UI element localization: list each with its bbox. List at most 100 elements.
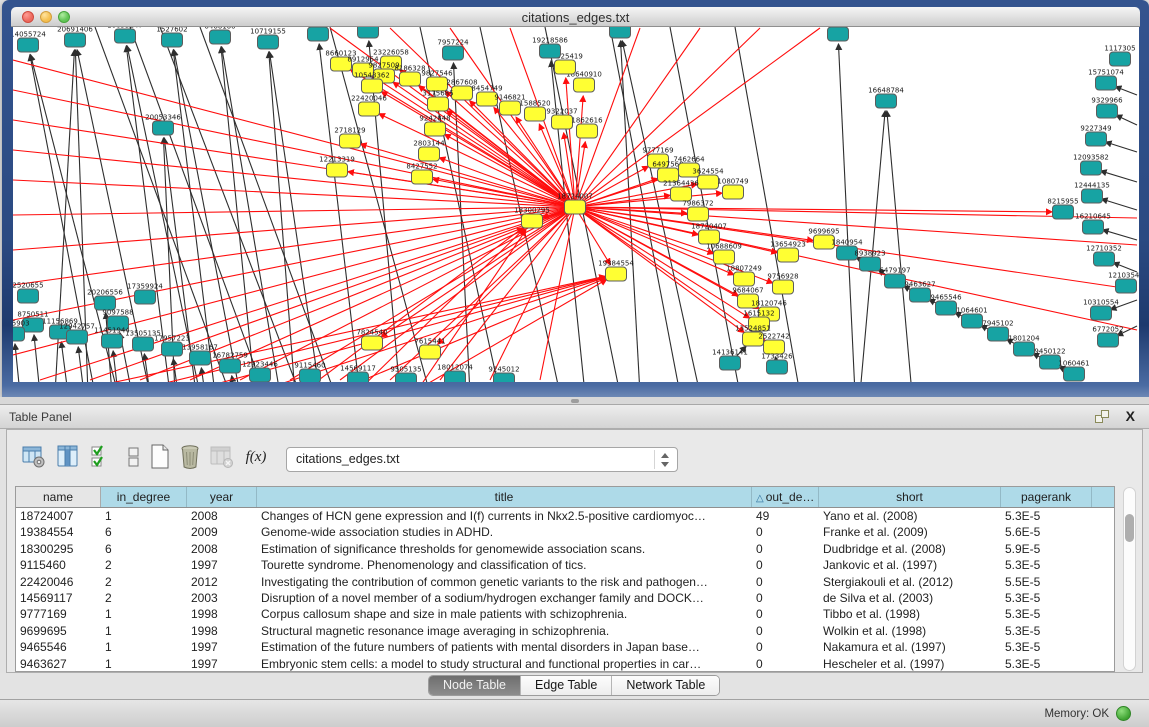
delete-attribute-icon[interactable] (177, 444, 203, 470)
table-cell-in_degree[interactable]: 2 (101, 574, 187, 590)
citation-edge[interactable] (1106, 142, 1137, 152)
table-cell-in_degree[interactable]: 6 (101, 541, 187, 557)
citation-edge-selected[interactable] (440, 207, 575, 380)
table-cell-short[interactable]: de Silva et al. (2003) (819, 590, 1001, 606)
citation-edge-selected[interactable] (13, 90, 575, 207)
tab-edge-table[interactable]: Edge Table (521, 676, 612, 695)
network-window-titlebar[interactable]: citations_edges.txt (11, 7, 1140, 27)
panel-splitter[interactable] (0, 397, 1149, 404)
table-cell-name[interactable]: 14569117 (16, 590, 101, 606)
table-cell-in_degree[interactable]: 6 (101, 524, 187, 540)
table-cell-in_degree[interactable]: 2 (101, 557, 187, 573)
table-cell-title[interactable]: Genome-wide association studies in ADHD. (257, 524, 752, 540)
citation-edge-selected[interactable] (575, 207, 610, 265)
table-cell-name[interactable]: 9699695 (16, 623, 101, 639)
column-header-pagerank[interactable]: pagerank (1001, 487, 1092, 507)
table-cell-title[interactable]: Estimation of the future numbers of pati… (257, 639, 752, 655)
citation-edge[interactable] (1101, 171, 1137, 182)
graph-node-selected[interactable]: 2522742 (758, 333, 789, 355)
table-cell-in_degree[interactable]: 1 (101, 639, 187, 655)
table-cell-in_degree[interactable]: 1 (101, 606, 187, 622)
table-cell-out_de[interactable]: 0 (752, 606, 819, 622)
graph-node[interactable]: 6466160 (204, 27, 235, 44)
table-cell-year[interactable]: 1997 (187, 557, 257, 573)
table-cell-title[interactable]: Changes of HCN gene expression and I(f) … (257, 508, 752, 524)
show-column-icon[interactable] (55, 444, 81, 470)
table-cell-name[interactable]: 9463627 (16, 656, 101, 671)
citation-edge[interactable] (1103, 230, 1137, 240)
citation-edge[interactable] (269, 52, 295, 382)
graph-node-selected[interactable]: 7824540 (356, 329, 387, 351)
table-cell-name[interactable]: 9115460 (16, 557, 101, 573)
graph-node-selected[interactable]: 18807249 (726, 265, 762, 287)
graph-node-selected[interactable]: 7615441 (414, 338, 445, 360)
table-cell-pagerank[interactable]: 5.9E-5 (1001, 541, 1092, 557)
table-selector-dropdown[interactable]: citations_edges.txt (286, 447, 678, 472)
table-cell-short[interactable]: Stergiakouli et al. (2012) (819, 574, 1001, 590)
table-cell-year[interactable]: 1997 (187, 656, 257, 671)
citation-edge[interactable] (61, 342, 68, 382)
table-cell-title[interactable]: Investigating the contribution of common… (257, 574, 752, 590)
citation-edge[interactable] (1102, 199, 1137, 210)
column-header-year[interactable]: year (187, 487, 257, 507)
citation-edge[interactable] (78, 347, 84, 382)
graph-node-selected[interactable]: 9756928 (767, 273, 798, 295)
function-builder-icon[interactable]: f(x) (243, 444, 269, 470)
graph-node[interactable]: 1733426 (761, 353, 793, 375)
table-cell-out_de[interactable]: 0 (752, 656, 819, 671)
table-cell-short[interactable]: Dudbridge et al. (2008) (819, 541, 1001, 557)
table-cell-title[interactable]: Disruption of a novel member of a sodium… (257, 590, 752, 606)
graph-node-selected[interactable]: 12213319 (319, 156, 355, 178)
graph-node[interactable]: 7515523 (352, 27, 383, 38)
row-height-icon[interactable] (121, 444, 147, 470)
table-cell-name[interactable]: 22420046 (16, 574, 101, 590)
table-cell-title[interactable]: Tourette syndrome. Phenomenology and cla… (257, 557, 752, 573)
table-cell-in_degree[interactable]: 1 (101, 508, 187, 524)
graph-node[interactable]: 10719155 (250, 28, 286, 50)
table-cell-short[interactable]: Nakamura et al. (1997) (819, 639, 1001, 655)
citation-edge[interactable] (173, 50, 215, 382)
graph-node-selected[interactable]: 7986372 (682, 200, 713, 222)
citation-edge[interactable] (1115, 87, 1137, 95)
table-cell-short[interactable]: Jankovic et al. (1997) (819, 557, 1001, 573)
citation-edge[interactable] (222, 47, 280, 382)
close-panel-icon[interactable]: X (1126, 408, 1135, 424)
graph-node[interactable]: 9329966 (1091, 97, 1123, 119)
table-cell-year[interactable]: 1998 (187, 623, 257, 639)
graph-node[interactable]: 2520655 (13, 282, 44, 304)
table-cell-name[interactable]: 18300295 (16, 541, 101, 557)
table-cell-year[interactable]: 2012 (187, 574, 257, 590)
citation-edge[interactable] (15, 344, 20, 382)
graph-node[interactable]: 14136141 (712, 349, 748, 371)
delete-table-icon[interactable] (209, 444, 235, 470)
table-cell-title[interactable]: Embryonic stem cells: a model to study s… (257, 656, 752, 671)
table-cell-pagerank[interactable]: 5.3E-5 (1001, 606, 1092, 622)
table-cell-in_degree[interactable]: 1 (101, 623, 187, 639)
tab-node-table[interactable]: Node Table (429, 676, 521, 695)
table-cell-pagerank[interactable]: 5.3E-5 (1001, 557, 1092, 573)
graph-node[interactable]: 8813054 (604, 27, 636, 38)
graph-node[interactable]: 15751074 (1088, 69, 1124, 91)
graph-node[interactable]: 8581304 (822, 27, 854, 41)
table-cell-short[interactable]: Hescheler et al. (1997) (819, 656, 1001, 671)
graph-node-selected[interactable]: 3175685 (422, 90, 453, 112)
citation-edge[interactable] (160, 27, 300, 382)
citation-edge-selected[interactable] (379, 114, 575, 207)
graph-node[interactable]: 16648784 (868, 87, 904, 109)
citation-edge[interactable] (34, 335, 40, 382)
column-header-short[interactable]: short (819, 487, 1001, 507)
table-cell-year[interactable]: 2008 (187, 508, 257, 524)
graph-node[interactable]: 1117305 (1104, 45, 1135, 67)
table-cell-short[interactable]: Tibbo et al. (1998) (819, 606, 1001, 622)
table-cell-pagerank[interactable]: 5.3E-5 (1001, 639, 1092, 655)
graph-node-selected[interactable]: 22420046 (351, 95, 387, 117)
table-cell-name[interactable]: 19384554 (16, 524, 101, 540)
column-header-name[interactable]: name (16, 487, 101, 507)
table-cell-pagerank[interactable]: 5.3E-5 (1001, 590, 1092, 606)
scrollbar-thumb[interactable] (1125, 514, 1134, 542)
table-cell-out_de[interactable]: 0 (752, 524, 819, 540)
column-header-in_degree[interactable]: in_degree (101, 487, 187, 507)
citation-network-graph[interactable]: 1872400718300295193845548660123891295423… (13, 27, 1139, 382)
table-cell-in_degree[interactable]: 1 (101, 656, 187, 671)
table-cell-pagerank[interactable]: 5.3E-5 (1001, 656, 1092, 671)
